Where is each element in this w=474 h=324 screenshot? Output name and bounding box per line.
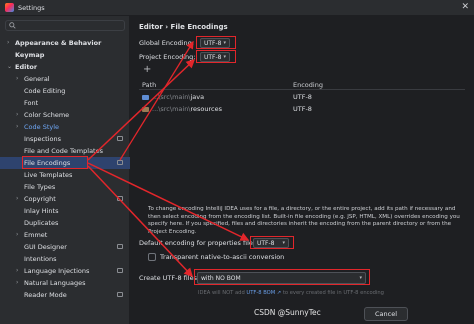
sidebar-item-label: Reader Mode: [24, 291, 67, 299]
sidebar-item-label: Editor: [15, 63, 38, 71]
help-text: To change encoding IntelliJ IDEA uses fo…: [148, 206, 460, 235]
column-header-encoding[interactable]: Encoding: [293, 81, 323, 89]
add-path-button[interactable]: +: [143, 65, 151, 75]
window-titlebar: Settings ✕: [0, 0, 474, 16]
sidebar-item-label: Inspections: [24, 135, 61, 143]
annotation-box-project: [196, 50, 236, 63]
transparent-conversion-checkbox[interactable]: [148, 253, 156, 261]
chevron-right-icon[interactable]: ›: [16, 229, 18, 241]
sidebar-item-code-editing[interactable]: Code Editing: [0, 85, 130, 97]
folder-icon: [142, 95, 149, 100]
sidebar-item-label: Copyright: [24, 195, 56, 203]
sidebar-item-label: Emmet: [24, 231, 48, 239]
annotation-box-file-encodings: [22, 156, 88, 169]
cancel-button[interactable]: Cancel: [364, 307, 408, 321]
bom-hint: IDEA will NOT add UTF-8 BOM ↗ to every c…: [198, 290, 384, 296]
table-header: Path Encoding: [139, 79, 465, 90]
sidebar-item-label: Duplicates: [24, 219, 59, 227]
sidebar-item-gui-designer[interactable]: GUI Designer: [0, 241, 130, 253]
watermark: CSDN @SunnyTec: [254, 308, 321, 317]
sidebar-item-duplicates[interactable]: Duplicates: [0, 217, 130, 229]
sidebar-item-label: Intentions: [24, 255, 57, 263]
table-row[interactable]: ...\src\main\resources UTF-8: [139, 104, 465, 115]
annotation-box-properties: [250, 236, 294, 249]
sidebar-item-label: File Types: [24, 183, 56, 191]
search-icon: [9, 22, 16, 29]
global-encoding-label: Global Encoding:: [139, 39, 194, 47]
sidebar-item-label: Code Editing: [24, 87, 66, 95]
chevron-right-icon[interactable]: ›: [7, 37, 9, 49]
chevron-down-icon[interactable]: ⌄: [7, 61, 12, 73]
bom-hint-suffix: to every created file in UTF-8 encoding: [281, 290, 384, 296]
chevron-right-icon[interactable]: ›: [16, 73, 18, 85]
sidebar-item-emmet[interactable]: › Emmet: [0, 229, 130, 241]
row-path-prefix: ...\src\main\: [152, 105, 191, 113]
table-row[interactable]: ...\src\main\java UTF-8: [139, 92, 465, 103]
chevron-right-icon[interactable]: ›: [16, 109, 18, 121]
project-scope-icon: [117, 160, 123, 165]
row-path: ...\src\main\java: [152, 93, 204, 101]
row-encoding[interactable]: UTF-8: [293, 105, 312, 113]
sidebar-item-appearance-behavior[interactable]: › Appearance & Behavior: [0, 37, 130, 49]
row-encoding[interactable]: UTF-8: [293, 93, 312, 101]
chevron-right-icon[interactable]: ›: [16, 121, 18, 133]
project-scope-icon: [117, 268, 123, 273]
sidebar-item-font[interactable]: Font: [0, 97, 130, 109]
sidebar-item-label: Language Injections: [24, 267, 90, 275]
sidebar-item-label: Code Style: [24, 123, 60, 131]
sidebar-item-color-scheme[interactable]: › Color Scheme: [0, 109, 130, 121]
settings-tree: › Appearance & Behavior Keymap ⌄ Editor › Gene…: [0, 37, 130, 301]
sidebar-item-label: Live Templates: [24, 171, 73, 179]
sidebar-item-natural-languages[interactable]: › Natural Languages: [0, 277, 130, 289]
sidebar-item-label: Inlay Hints: [24, 207, 59, 215]
project-scope-icon: [117, 292, 123, 297]
sidebar-item-intentions[interactable]: Intentions: [0, 253, 130, 265]
bom-hint-prefix: IDEA will NOT add: [198, 290, 247, 296]
settings-search-input[interactable]: [5, 20, 125, 31]
sidebar-item-keymap[interactable]: Keymap: [0, 49, 130, 61]
close-icon[interactable]: ✕: [461, 2, 469, 12]
row-path-name: resources: [190, 105, 223, 113]
sidebar-item-label: Appearance & Behavior: [15, 39, 102, 47]
sidebar-item-label: Font: [24, 99, 39, 107]
project-encoding-label: Project Encoding:: [139, 53, 196, 61]
row-path-prefix: ...\src\main\: [152, 93, 191, 101]
utf8-bom-link[interactable]: UTF-8 BOM ↗: [246, 290, 281, 296]
sidebar-item-label: Color Scheme: [24, 111, 70, 119]
intellij-logo-icon: [5, 3, 14, 12]
project-scope-icon: [117, 136, 123, 141]
project-scope-icon: [117, 196, 123, 201]
annotation-box-bom: [194, 269, 370, 285]
settings-sidebar: › Appearance & Behavior Keymap ⌄ Editor › Gene…: [0, 16, 130, 324]
sidebar-item-code-style[interactable]: › Code Style: [0, 121, 130, 133]
chevron-right-icon[interactable]: ›: [16, 193, 18, 205]
row-path: ...\src\main\resources: [152, 105, 222, 113]
sidebar-item-language-injections[interactable]: › Language Injections: [0, 265, 130, 277]
annotation-box-global: [196, 36, 236, 49]
sidebar-item-label: GUI Designer: [24, 243, 67, 251]
row-path-name: java: [190, 93, 205, 101]
sidebar-item-editor[interactable]: ⌄ Editor: [0, 61, 130, 73]
sidebar-item-inspections[interactable]: Inspections: [0, 133, 130, 145]
bom-label: Create UTF-8 files:: [139, 274, 200, 282]
window-title: Settings: [18, 3, 45, 12]
sidebar-item-inlay-hints[interactable]: Inlay Hints: [0, 205, 130, 217]
sidebar-item-general[interactable]: › General: [0, 73, 130, 85]
column-header-path[interactable]: Path: [142, 81, 156, 89]
chevron-right-icon[interactable]: ›: [16, 265, 18, 277]
properties-encoding-label: Default encoding for properties files:: [139, 239, 259, 247]
sidebar-item-copyright[interactable]: › Copyright: [0, 193, 130, 205]
sidebar-item-label: Natural Languages: [24, 279, 86, 287]
sidebar-item-reader-mode[interactable]: Reader Mode: [0, 289, 130, 301]
chevron-right-icon[interactable]: ›: [16, 277, 18, 289]
sidebar-item-file-types[interactable]: File Types: [0, 181, 130, 193]
project-scope-icon: [117, 244, 123, 249]
transparent-conversion-label: Transparent native-to-ascii conversion: [160, 253, 285, 261]
breadcrumb: Editor › File Encodings: [139, 23, 228, 31]
sidebar-item-label: Keymap: [15, 51, 45, 59]
folder-icon: [142, 107, 149, 112]
sidebar-item-label: General: [24, 75, 50, 83]
sidebar-item-live-templates[interactable]: Live Templates: [0, 169, 130, 181]
